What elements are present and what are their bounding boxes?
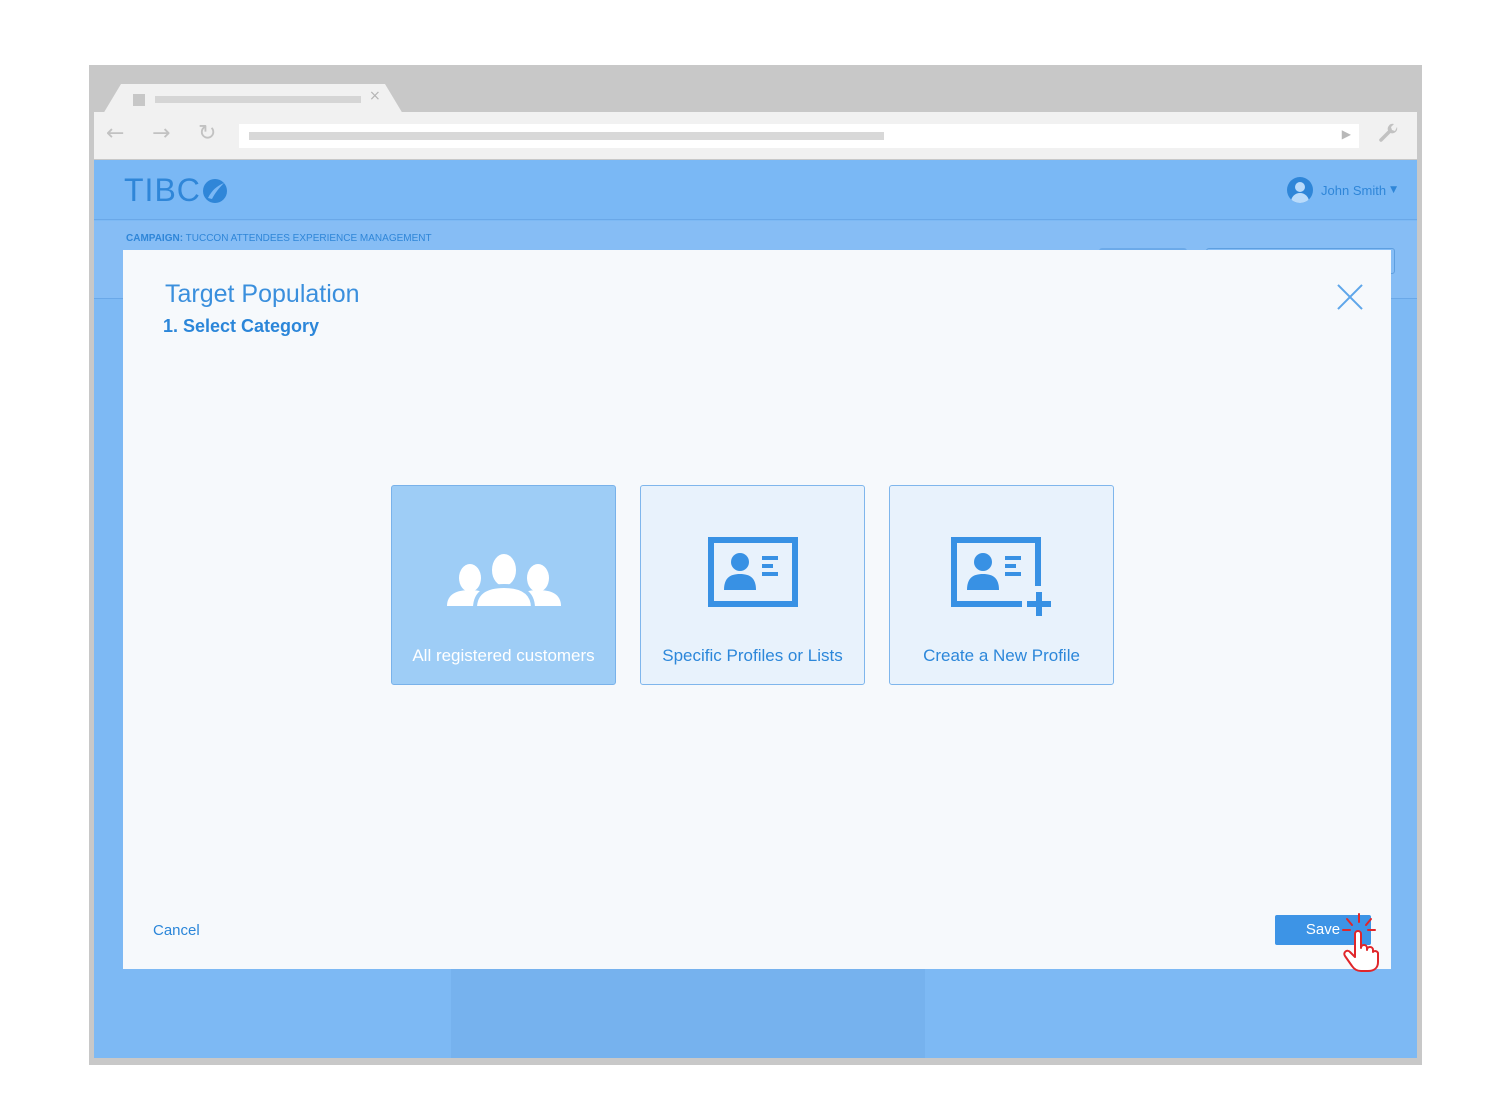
logo-text: TIBC: [124, 172, 201, 208]
campaign-label: CAMPAIGN:: [126, 233, 184, 244]
group-icon: [446, 550, 561, 610]
tab-close-icon[interactable]: ×: [369, 88, 381, 104]
logo-mark-icon: [202, 178, 227, 203]
browser-toolbar: ← → ↻ ▶: [94, 112, 1417, 159]
card-label: All registered customers: [412, 646, 595, 665]
go-icon[interactable]: ▶: [1342, 127, 1351, 141]
tibco-logo: TIBC: [124, 172, 228, 209]
card-specific-profiles-or-lists[interactable]: Specific Profiles or Lists: [640, 485, 865, 685]
back-arrow-icon[interactable]: ←: [106, 121, 124, 146]
category-cards: All registered customers Specific Profil…: [391, 485, 1114, 685]
campaign-name: TUCCON ATTENDEES EXPERIENCE MANAGEMENT: [185, 233, 432, 244]
app-header: TIBC John Smith ▼: [94, 160, 1417, 220]
profile-card-icon: [707, 537, 798, 607]
wrench-icon[interactable]: [1377, 122, 1401, 146]
favicon-icon: [133, 94, 145, 106]
tab-title-placeholder: [155, 96, 361, 103]
card-label: Create a New Profile: [923, 646, 1080, 665]
cancel-button[interactable]: Cancel: [153, 922, 200, 939]
campaign-title: CAMPAIGN: TUCCON ATTENDEES EXPERIENCE MA…: [126, 233, 432, 244]
add-profile-icon: [950, 537, 1051, 616]
reload-icon[interactable]: ↻: [198, 121, 216, 146]
card-create-a-new-profile[interactable]: Create a New Profile: [889, 485, 1114, 685]
target-population-modal: Target Population 1. Select Category All…: [123, 250, 1391, 972]
user-name: John Smith: [1321, 182, 1387, 198]
address-bar[interactable]: ▶: [239, 124, 1359, 148]
url-placeholder: [249, 132, 884, 140]
user-menu[interactable]: John Smith ▼: [1287, 177, 1397, 203]
step-title: 1. Select Category: [163, 316, 320, 336]
modal-title: Target Population: [165, 280, 360, 308]
browser-tab[interactable]: ×: [103, 84, 403, 114]
card-label: Specific Profiles or Lists: [662, 646, 843, 665]
forward-arrow-icon[interactable]: →: [152, 121, 170, 146]
close-icon[interactable]: [1337, 284, 1363, 310]
chevron-down-icon: ▼: [1390, 185, 1397, 195]
card-all-registered-customers[interactable]: All registered customers: [391, 485, 616, 685]
avatar-icon: [1287, 177, 1314, 203]
hand-pointer-icon: [1342, 913, 1379, 972]
